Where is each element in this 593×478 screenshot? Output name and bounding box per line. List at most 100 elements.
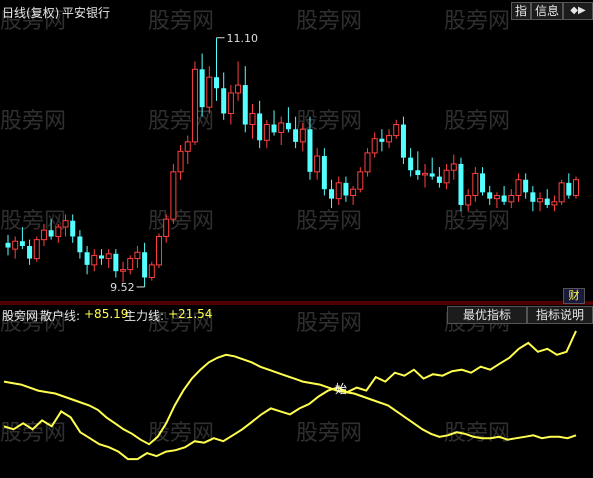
candle [91,249,98,272]
candle [285,107,291,133]
info-button[interactable]: 信息 [531,2,563,20]
candle [134,245,141,269]
candle [314,148,321,180]
candle [379,129,385,152]
candle [105,249,112,269]
watermark: 股旁网 [296,209,362,234]
candle [364,148,371,177]
signal-marker: 始 [335,382,347,396]
candle [393,119,400,139]
candle [487,186,493,205]
watermark: 股旁网 [444,109,510,134]
candle [127,255,134,275]
signal-markers: 始 [335,382,347,396]
candle [77,230,83,259]
candle [566,173,572,199]
watermark: 股旁网 [296,311,362,336]
candlestick-chart [5,37,579,287]
candle [177,145,184,180]
watermark-layer: 股旁网 股旁网 股旁网 股旁网 股旁网 股旁网 股旁网 股旁网 股旁网 股旁网 … [0,9,510,446]
candle [113,249,119,278]
candle [170,163,177,224]
main-force-label: 主力线: [124,309,165,323]
candle [501,186,507,205]
candle [221,72,227,120]
candle [84,245,90,275]
candle [472,167,479,202]
candle [5,234,11,256]
watermark: 股旁网 [296,421,362,446]
candle [33,236,40,262]
candle [415,151,421,180]
candle [206,66,213,114]
watermark: 股旁网 [296,9,362,34]
candle [335,176,342,205]
candle [386,129,393,149]
watermark: 股旁网 [0,421,66,446]
candle [142,242,148,287]
candle [508,189,515,209]
candle [191,61,198,146]
candle [480,167,486,196]
candle [98,249,104,265]
high-price-label: 11.10 [227,32,259,45]
low-price-label: 9.52 [110,281,135,294]
cai-badge[interactable]: 财 [563,288,585,304]
scroll-arrow-button[interactable]: ◆▶ [563,2,593,20]
candle [408,148,414,177]
indicator-explain-button[interactable]: 指标说明 [527,306,593,324]
candle [271,110,277,136]
candle [400,116,406,164]
chart-canvas: 股旁网 股旁网 股旁网 股旁网 股旁网 股旁网 股旁网 股旁网 股旁网 股旁网 … [0,9,593,461]
candle [184,135,191,164]
candle [321,148,327,196]
candle [465,189,472,212]
indicator-source: 股旁网 [2,309,39,323]
candle [55,223,62,243]
candle [551,195,558,212]
watermark: 股旁网 [148,209,214,234]
candle [249,104,256,139]
main-force-value: +21.54 [168,307,213,321]
best-indicator-button[interactable]: 最优指标 [447,306,527,324]
candle [70,214,76,243]
watermark: 股旁网 [148,109,214,134]
candle [227,85,234,125]
watermark: 股旁网 [444,9,510,34]
watermark: 股旁网 [296,109,362,134]
candle [242,66,248,133]
candle [263,119,270,149]
candle [537,192,544,212]
candle [199,53,205,117]
watermark: 股旁网 [0,109,66,134]
candle [148,261,155,281]
candle [573,176,579,199]
stock-name: 平安银行 [62,6,111,20]
candle [350,186,357,205]
candle [235,61,242,101]
retail-line-value: +85.19 [84,307,129,321]
candle [530,186,536,212]
candle [458,157,464,212]
candle [214,37,220,101]
candle [120,261,127,283]
watermark: 股旁网 [444,209,510,234]
candle [523,173,529,199]
candle [558,179,565,205]
price-annotations: 11.10 9.52 [110,32,258,294]
retail-line-label: 散户线: [40,309,81,323]
candle [493,192,500,209]
candle [544,189,550,209]
zhi-button[interactable]: 指 [511,2,531,20]
candle [429,157,435,180]
candle [436,167,442,188]
candle [278,116,285,146]
watermark: 股旁网 [148,9,214,34]
candle [422,163,429,188]
candle [371,132,378,158]
candle [515,173,522,202]
candle [357,167,364,193]
candle [343,176,349,202]
candle [163,214,170,243]
candle [12,236,19,259]
